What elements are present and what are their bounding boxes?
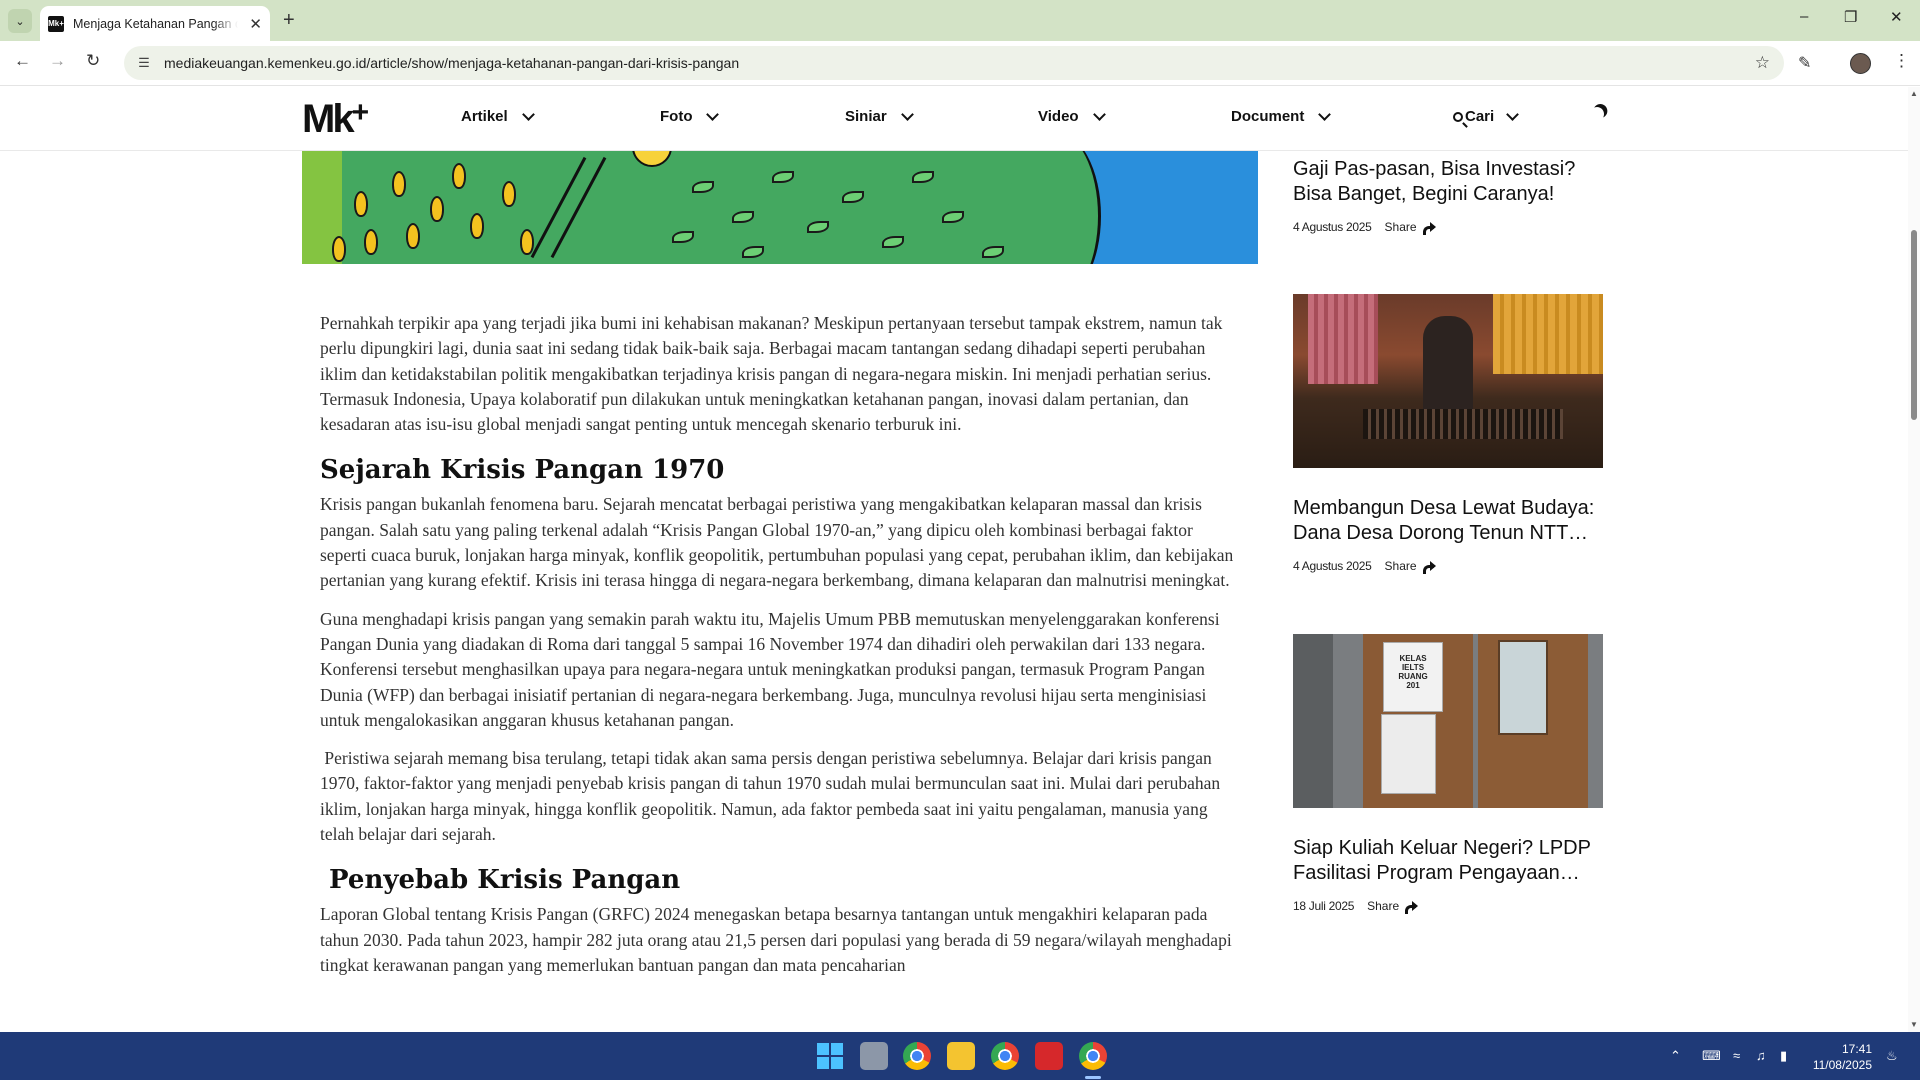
article-paragraph: Peristiwa sejarah memang bisa terulang, … [320, 748, 1225, 845]
address-bar[interactable]: ☰ mediakeuangan.kemenkeu.go.id/article/s… [124, 46, 1784, 80]
system-clock[interactable]: 17:41 11/08/2025 [1812, 1041, 1872, 1073]
dark-mode-moon-icon[interactable] [1588, 105, 1605, 122]
wifi-icon[interactable]: ≈ [1733, 1048, 1740, 1063]
related-card[interactable]: Gaji Pas-pasan, Bisa Investasi? Bisa Ban… [1293, 157, 1603, 235]
file-explorer-icon[interactable] [947, 1042, 975, 1070]
site-info-tune-icon[interactable]: ☰ [134, 53, 154, 73]
related-card-date: 18 Juli 2025 [1293, 899, 1355, 913]
nav-video[interactable]: Video [1038, 107, 1106, 125]
extensions-puzzle-icon[interactable]: ✎ [1798, 53, 1811, 73]
browser-toolbar: ← → ↻ ☰ mediakeuangan.kemenkeu.go.id/art… [0, 41, 1920, 86]
article-intro-paragraph: Pernahkah terpikir apa yang terjadi jika… [320, 313, 1223, 435]
close-tab-icon[interactable]: ✕ [249, 15, 262, 33]
page-viewport: Pernahkah terpikir apa yang terjadi jika… [0, 87, 1908, 1032]
related-card[interactable]: KELAS IELTS RUANG 201 Siap Kuliah Keluar… [1293, 634, 1603, 914]
reload-icon[interactable]: ↻ [86, 51, 100, 71]
share-button[interactable]: Share [1367, 899, 1419, 914]
related-card[interactable]: Membangun Desa Lewat Budaya: Dana Desa D… [1293, 294, 1603, 574]
clock-time: 17:41 [1841, 1042, 1872, 1056]
section-heading-sejarah: Sejarah Krisis Pangan 1970 [320, 455, 725, 486]
browser-menu-dots-icon[interactable]: ⋮ [1893, 51, 1910, 71]
site-favicon-icon: Mk+ [48, 15, 64, 32]
clock-date: 11/08/2025 [1812, 1058, 1872, 1072]
article-body: Pernahkah terpikir apa yang terjadi jika… [320, 311, 1240, 991]
new-tab-plus-icon[interactable]: + [283, 9, 295, 32]
related-card-title[interactable]: Membangun Desa Lewat Budaya: Dana Desa D… [1293, 496, 1603, 546]
browser-tab-active[interactable]: Mk+ Menjaga Ketahanan Pangan dari Krisis… [40, 6, 270, 41]
share-arrow-icon [1422, 561, 1436, 574]
profile-avatar[interactable] [1850, 53, 1871, 74]
chevron-down-icon [900, 107, 914, 121]
active-app-indicator [1085, 1076, 1101, 1079]
minimize-window-icon[interactable]: – [1800, 8, 1808, 25]
article-hero-illustration [302, 151, 1258, 264]
article-paragraph: Guna menghadapi krisis pangan yang semak… [320, 608, 1220, 730]
chrome-icon[interactable] [903, 1042, 931, 1070]
section-heading-penyebab: Penyebab Krisis Pangan [320, 865, 681, 896]
close-window-icon[interactable]: ✕ [1890, 8, 1903, 26]
nav-artikel[interactable]: Artikel [461, 107, 535, 125]
related-card-thumbnail[interactable]: KELAS IELTS RUANG 201 [1293, 634, 1603, 808]
site-header: Mk+ Artikel Foto Siniar Video Document C… [0, 87, 1908, 151]
share-button[interactable]: Share [1385, 220, 1436, 235]
chevron-down-icon [1506, 107, 1520, 121]
article-paragraph: Laporan Global tentang Krisis Pangan (GR… [320, 904, 1232, 975]
nav-foto[interactable]: Foto [660, 107, 720, 125]
chevron-down-icon [521, 107, 535, 121]
search-icon [1453, 111, 1463, 122]
scroll-up-arrow-icon[interactable]: ▲ [1910, 89, 1918, 98]
related-card-date: 4 Agustus 2025 [1293, 559, 1372, 573]
nav-siniar[interactable]: Siniar [845, 107, 914, 125]
scrollbar-thumb[interactable] [1911, 230, 1917, 420]
windows-taskbar: ⌃ ⌨ ≈ ♫ ▮ 17:41 11/08/2025 ♨ [0, 1032, 1920, 1080]
keyboard-icon[interactable]: ⌨ [1702, 1048, 1721, 1064]
related-card-date: 4 Agustus 2025 [1293, 220, 1372, 234]
windows-start-icon[interactable] [816, 1042, 844, 1070]
site-logo[interactable]: Mk+ [302, 96, 369, 139]
door-poster-text: KELAS IELTS RUANG 201 [1398, 654, 1428, 690]
nav-cari[interactable]: Cari [1453, 107, 1520, 125]
chevron-down-icon [706, 107, 720, 121]
chrome-profile-icon[interactable] [991, 1042, 1019, 1070]
chevron-down-icon [1318, 107, 1332, 121]
related-card-thumbnail[interactable] [1293, 294, 1603, 468]
notification-bell-icon[interactable]: ♨ [1886, 1048, 1898, 1064]
browser-tab-strip: ⌄ Mk+ Menjaga Ketahanan Pangan dari Kris… [0, 0, 1920, 41]
scroll-down-arrow-icon[interactable]: ▼ [1910, 1020, 1918, 1029]
url-text[interactable]: mediakeuangan.kemenkeu.go.id/article/sho… [164, 55, 739, 71]
show-hidden-icons-chevron-icon[interactable]: ⌃ [1670, 1048, 1681, 1064]
wps-office-icon[interactable] [1035, 1042, 1063, 1070]
tab-search-chevron-icon[interactable]: ⌄ [8, 9, 32, 33]
restore-window-icon[interactable]: ❐ [1844, 8, 1857, 26]
forward-arrow-icon[interactable]: → [49, 51, 66, 71]
tab-title: Menjaga Ketahanan Pangan dari Krisis Pan… [73, 16, 238, 31]
share-arrow-icon [1405, 901, 1419, 914]
share-button[interactable]: Share [1385, 559, 1436, 574]
related-card-title[interactable]: Gaji Pas-pasan, Bisa Investasi? Bisa Ban… [1293, 157, 1603, 207]
battery-icon[interactable]: ▮ [1780, 1048, 1787, 1064]
back-arrow-icon[interactable]: ← [14, 51, 31, 71]
related-card-title[interactable]: Siap Kuliah Keluar Negeri? LPDP Fasilita… [1293, 836, 1603, 886]
nav-document[interactable]: Document [1231, 107, 1332, 125]
share-arrow-icon [1422, 222, 1436, 235]
chevron-down-icon [1092, 107, 1106, 121]
task-view-icon[interactable] [860, 1042, 888, 1070]
page-scrollbar[interactable]: ▲ ▼ [1908, 87, 1920, 1032]
chrome-active-icon[interactable] [1079, 1042, 1107, 1070]
volume-icon[interactable]: ♫ [1756, 1048, 1766, 1063]
article-paragraph: Krisis pangan bukanlah fenomena baru. Se… [320, 494, 1234, 591]
bookmark-star-icon[interactable]: ☆ [1755, 53, 1770, 73]
